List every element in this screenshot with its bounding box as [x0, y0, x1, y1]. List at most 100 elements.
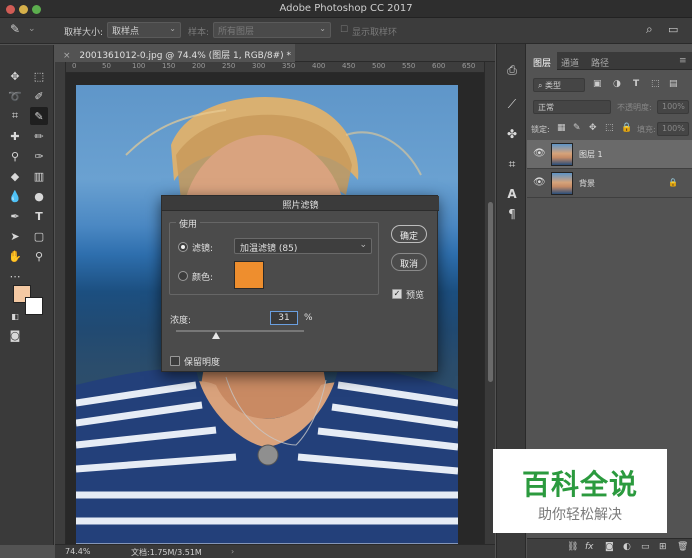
zoom-tool-icon[interactable]: ⚲: [30, 247, 48, 265]
sample-size-select[interactable]: 取样点 ⌄: [107, 22, 181, 38]
3d-panel-icon[interactable]: ✤: [504, 126, 520, 142]
brush-tool-icon[interactable]: ✏: [30, 127, 48, 145]
blur-tool-icon[interactable]: 💧: [6, 187, 24, 205]
crop-panel-icon[interactable]: ⌗: [504, 156, 520, 172]
layer-thumbnail: [551, 143, 573, 166]
marquee-tool-icon[interactable]: ⬚: [30, 67, 48, 85]
adjustment-layer-icon[interactable]: ◐: [623, 542, 631, 552]
crop-tool-icon[interactable]: ⌗: [6, 107, 24, 125]
tool-preset-chevron-icon[interactable]: ⌄: [28, 24, 36, 34]
background-color-swatch[interactable]: [25, 297, 43, 315]
show-ring-checkbox[interactable]: ☐: [340, 25, 348, 35]
search-icon[interactable]: ⌕: [646, 22, 653, 37]
vertical-ruler[interactable]: [55, 62, 66, 544]
preserve-luminosity-label: 保留明度: [184, 358, 221, 368]
rectangle-tool-icon[interactable]: ▢: [30, 227, 48, 245]
link-layers-icon[interactable]: ⛓: [567, 542, 578, 552]
ok-button[interactable]: 确定: [391, 225, 427, 243]
filter-radio[interactable]: [178, 242, 188, 252]
panel-menu-icon[interactable]: ≡: [673, 52, 692, 70]
lock-artboard-icon[interactable]: ⬚: [605, 123, 614, 133]
ruler-tick: 350: [282, 62, 296, 70]
opacity-input[interactable]: 100%: [657, 100, 689, 114]
type-tool-icon[interactable]: T: [30, 207, 48, 225]
zoom-level[interactable]: 74.4%: [65, 547, 90, 556]
blend-mode-select[interactable]: 正常: [533, 100, 611, 114]
sample-select[interactable]: 所有图层 ⌄: [213, 22, 331, 38]
cancel-button[interactable]: 取消: [391, 253, 427, 271]
character-panel-icon[interactable]: A: [504, 186, 520, 202]
layer-row-layer1[interactable]: 👁 图层 1: [527, 140, 692, 169]
lock-image-icon[interactable]: ✎: [573, 123, 581, 133]
quick-select-tool-icon[interactable]: ✐: [30, 87, 48, 105]
color-label: 颜色:: [192, 273, 214, 283]
workspace-icon[interactable]: ▭: [668, 23, 678, 36]
lock-all-icon[interactable]: 🔒: [621, 123, 632, 133]
healing-brush-tool-icon[interactable]: ✚: [6, 127, 24, 145]
horizontal-ruler[interactable]: 0 50 100 150 200 250 300 350 400 450 500…: [66, 62, 484, 73]
eyedropper-icon[interactable]: ✎: [10, 22, 20, 36]
preview-checkbox[interactable]: ✓: [392, 289, 402, 299]
lasso-tool-icon[interactable]: ➰: [6, 87, 24, 105]
status-menu-arrow-icon[interactable]: ›: [231, 547, 234, 556]
filter-shape-icon[interactable]: ⬚: [651, 79, 660, 89]
watermark-title: 百科全说: [521, 468, 638, 501]
history-brush-tool-icon[interactable]: ✑: [30, 147, 48, 165]
scrollbar-thumb[interactable]: [488, 202, 493, 382]
filter-type-icon[interactable]: T: [633, 79, 639, 89]
close-tab-icon[interactable]: ×: [63, 51, 71, 61]
document-tab[interactable]: × 2001361012-0.jpg @ 74.4% (图层 1, RGB/8#…: [55, 44, 295, 62]
layer-filter-select[interactable]: ⌕ 类型: [533, 78, 585, 92]
visibility-eye-icon[interactable]: 👁: [533, 148, 546, 159]
tab-paths[interactable]: 路径: [585, 52, 615, 70]
photo-filter-dialog: 照片滤镜 使用 滤镜: 加温滤镜 (85) ⌄ 颜色: 确定 取消 ✓ 预览 浓…: [161, 195, 439, 372]
density-slider-handle[interactable]: [211, 332, 220, 339]
fill-input[interactable]: 100%: [657, 122, 689, 136]
paragraph-panel-icon[interactable]: ¶: [504, 206, 520, 222]
visibility-eye-icon[interactable]: 👁: [533, 177, 546, 188]
history-panel-icon[interactable]: ⎙: [504, 62, 520, 78]
lock-position-icon[interactable]: ✥: [589, 123, 597, 133]
new-layer-icon[interactable]: ⊞: [659, 542, 667, 552]
ruler-tick: 250: [222, 62, 236, 70]
filter-color-swatch[interactable]: [234, 261, 264, 289]
density-slider-track[interactable]: [176, 330, 304, 332]
density-input[interactable]: 31: [270, 311, 298, 325]
filter-adjustment-icon[interactable]: ◑: [613, 79, 621, 89]
gradient-tool-icon[interactable]: ▥: [30, 167, 48, 185]
filter-select[interactable]: 加温滤镜 (85) ⌄: [234, 238, 372, 254]
watermark-logo: 百科全说 助你轻松解决: [493, 449, 667, 533]
clone-stamp-tool-icon[interactable]: ⚲: [6, 147, 24, 165]
filter-smart-icon[interactable]: ▤: [669, 79, 678, 89]
add-mask-icon[interactable]: ◙: [605, 542, 614, 552]
layer-row-background[interactable]: 👁 背景 🔒: [527, 169, 692, 198]
lock-transparent-icon[interactable]: ▦: [557, 123, 566, 133]
path-select-tool-icon[interactable]: ➤: [6, 227, 24, 245]
delete-layer-icon[interactable]: 🗑: [677, 542, 688, 552]
color-radio[interactable]: [178, 271, 188, 281]
eraser-tool-icon[interactable]: ◆: [6, 167, 24, 185]
lock-label: 锁定:: [531, 125, 550, 134]
hand-tool-icon[interactable]: ✋: [6, 247, 24, 265]
tab-channels[interactable]: 通道: [555, 52, 585, 70]
window-title: Adobe Photoshop CC 2017: [279, 3, 413, 14]
new-group-icon[interactable]: ▭: [641, 542, 650, 552]
sample-size-label: 取样大小:: [64, 28, 104, 38]
curves-panel-icon[interactable]: ⟋: [504, 96, 520, 112]
eyedropper-tool-icon[interactable]: ✎: [30, 107, 48, 125]
tab-layers[interactable]: 图层: [527, 52, 558, 70]
move-tool-icon[interactable]: ✥: [6, 67, 24, 85]
more-tools-icon[interactable]: ⋯: [6, 267, 24, 285]
dodge-tool-icon[interactable]: ●: [30, 187, 48, 205]
quick-mask-icon[interactable]: ◙: [6, 326, 24, 344]
default-colors-icon[interactable]: ◧: [6, 307, 24, 325]
pen-tool-icon[interactable]: ✒: [6, 207, 24, 225]
opacity-value: 100%: [662, 102, 685, 111]
document-tab-bar: × 2001361012-0.jpg @ 74.4% (图层 1, RGB/8#…: [55, 44, 495, 62]
layer-thumbnail: [551, 172, 573, 195]
panel-tabs: 图层 通道 路径 ≡: [527, 52, 692, 70]
filter-pixel-icon[interactable]: ▣: [593, 79, 602, 89]
preserve-luminosity-checkbox[interactable]: [170, 356, 180, 366]
layer-style-icon[interactable]: fx: [585, 542, 594, 552]
fill-value: 100%: [662, 124, 685, 133]
